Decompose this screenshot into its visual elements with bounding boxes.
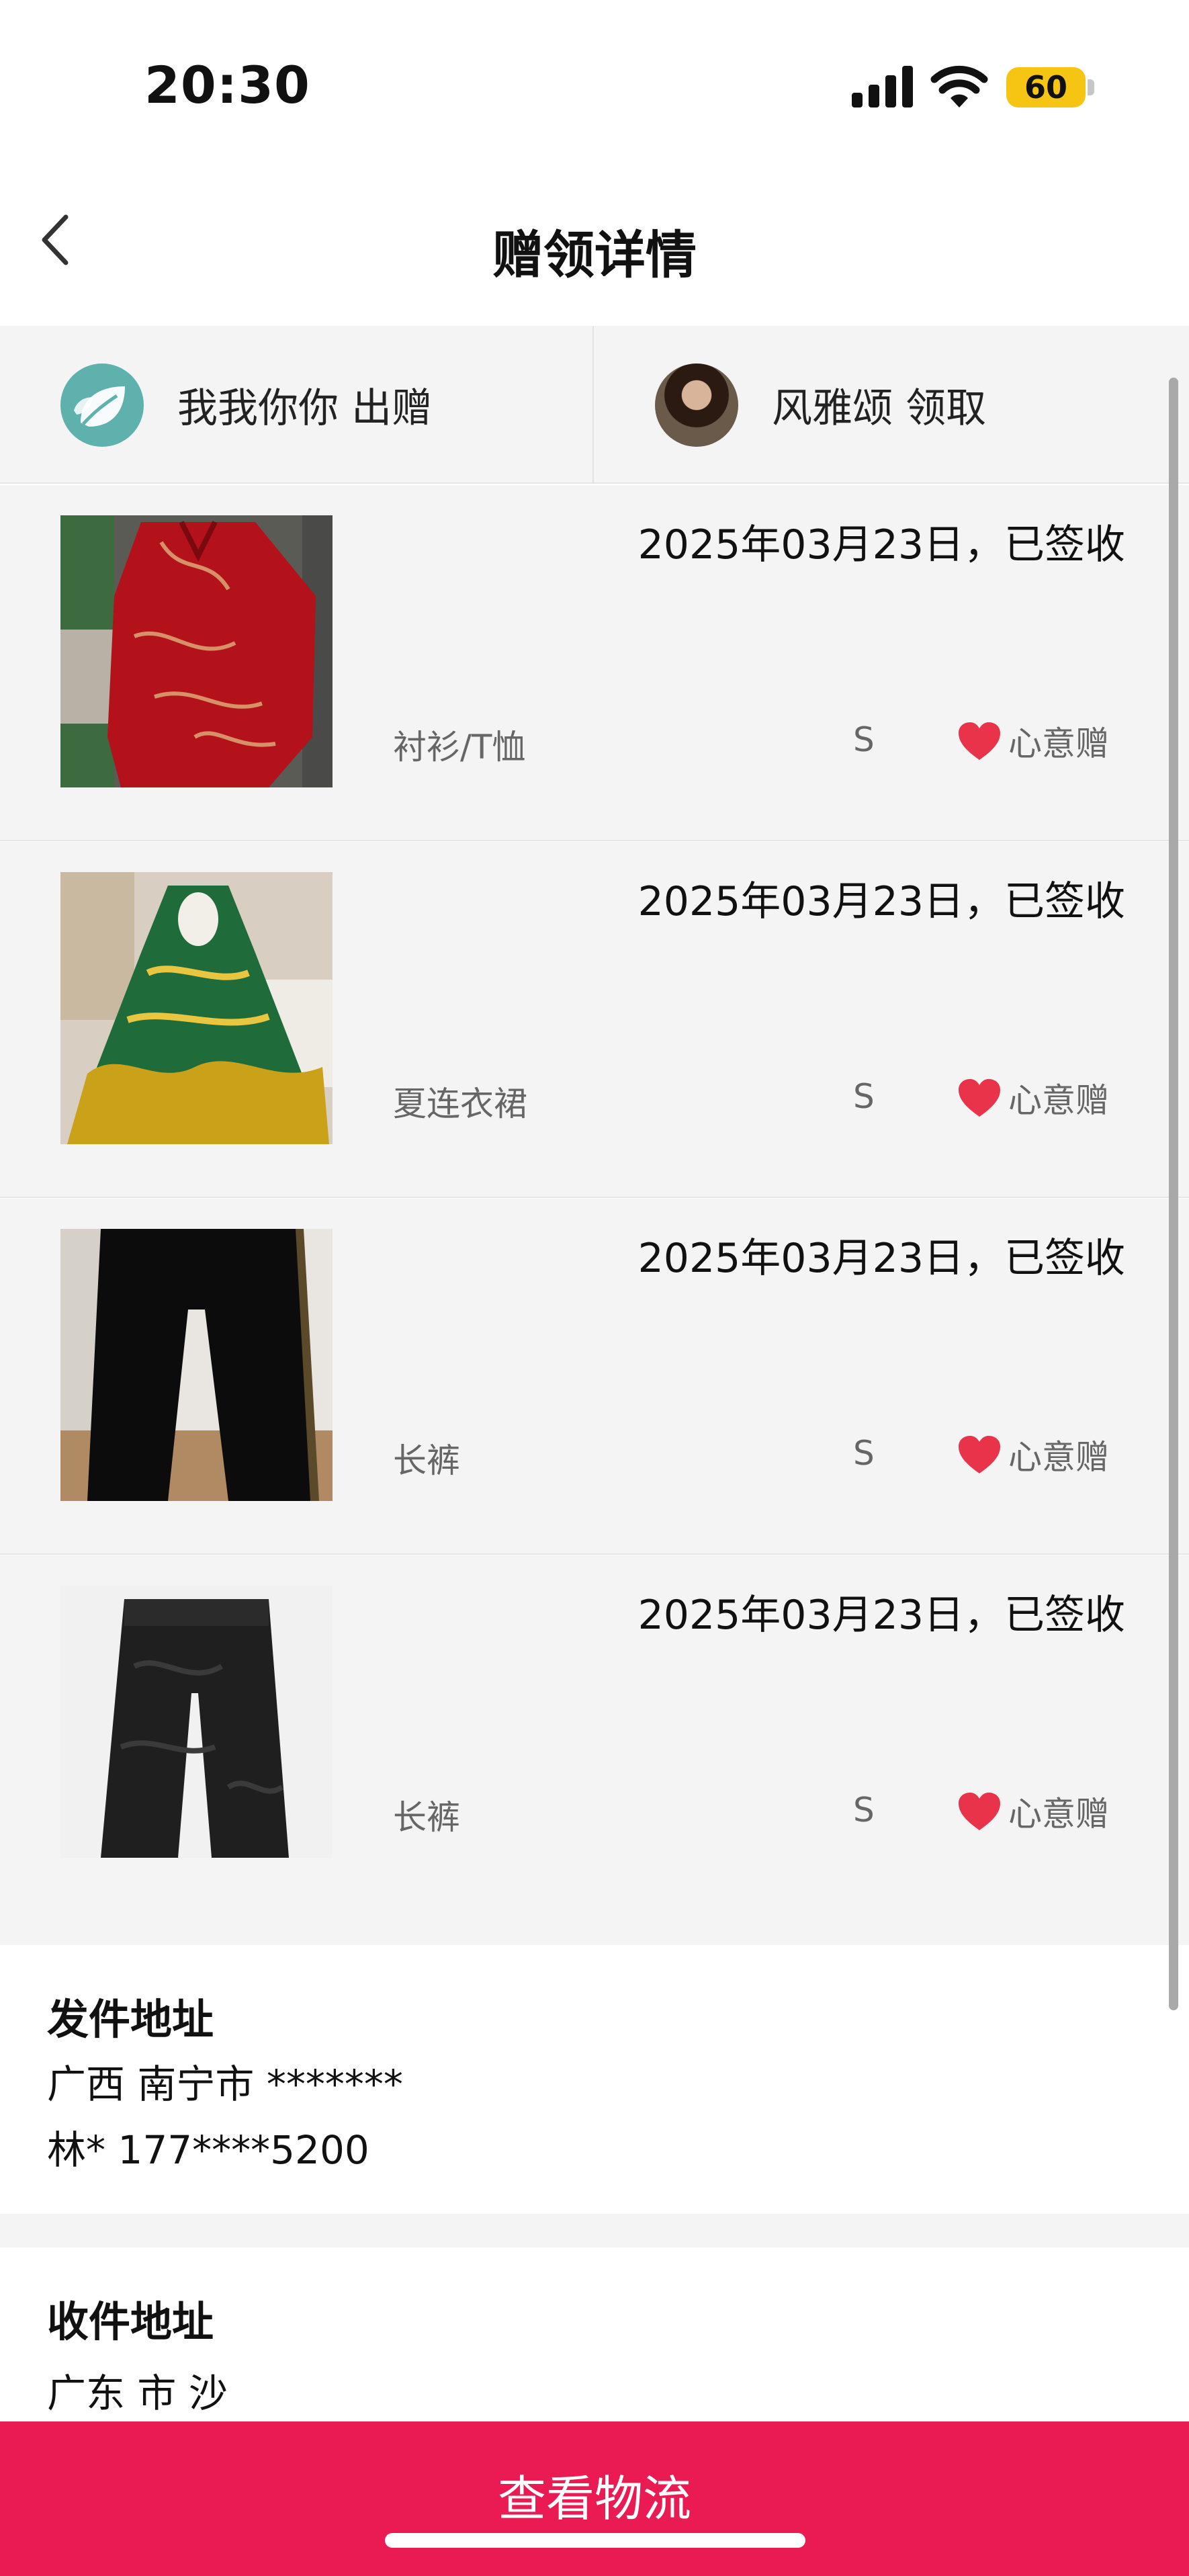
heart-icon	[959, 1436, 1000, 1473]
parties-divider	[592, 326, 594, 484]
item-row[interactable]: 2025年03月23日，已签收 衬衫/T恤 S 心意赠	[0, 485, 1189, 841]
scrollbar[interactable]	[1169, 378, 1178, 2010]
wifi-icon	[930, 65, 988, 108]
item-size: S	[853, 1434, 875, 1473]
sender-address-region: 广西 南宁市 *******	[47, 2061, 403, 2107]
item-thumbnail	[60, 1229, 333, 1501]
giver-name: 我我你你 出赠	[177, 385, 433, 432]
receiver-address-title: 收件地址	[47, 2297, 214, 2346]
item-row[interactable]: 2025年03月23日，已签收 长裤 S 心意赠	[0, 1199, 1189, 1555]
leaf-avatar-icon	[60, 363, 144, 447]
status-bar: 20:30 60	[0, 0, 1189, 161]
item-size: S	[853, 1791, 875, 1830]
item-date-status: 2025年03月23日，已签收	[637, 1592, 1125, 1639]
item-date-status: 2025年03月23日，已签收	[637, 521, 1125, 568]
item-category: 夏连衣裙	[393, 1084, 527, 1123]
receiver-address-region: 广东 市 沙	[47, 2370, 228, 2416]
gift-tag-label: 心意赠	[1008, 1795, 1109, 1834]
receiver-address-section: 收件地址 广东 市 沙	[0, 2247, 1189, 2422]
home-indicator[interactable]	[385, 2533, 805, 2548]
view-logistics-button[interactable]: 查看物流	[0, 2421, 1189, 2576]
heart-icon	[959, 722, 1000, 760]
item-thumbnail	[60, 515, 333, 787]
giver-info[interactable]: 我我你你 出赠	[60, 326, 432, 484]
sender-address-section: 发件地址 广西 南宁市 ******* 林* 177****5200	[0, 1945, 1189, 2214]
gift-tag-label: 心意赠	[1008, 724, 1109, 763]
sender-contact: 林* 177****5200	[47, 2127, 369, 2173]
battery-level: 60	[1024, 69, 1067, 105]
nav-bar: 赠领详情	[0, 161, 1189, 326]
section-separator	[0, 2214, 1189, 2247]
item-row[interactable]: 2025年03月23日，已签收 夏连衣裙 S 心意赠	[0, 842, 1189, 1198]
receiver-avatar	[655, 363, 738, 447]
heart-icon	[959, 1079, 1000, 1117]
gift-tag-label: 心意赠	[1008, 1438, 1109, 1477]
item-date-status: 2025年03月23日，已签收	[637, 878, 1125, 925]
battery-cap	[1088, 79, 1094, 95]
gift-tag: 心意赠	[957, 1430, 1109, 1479]
item-row[interactable]: 2025年03月23日，已签收 长裤 S 心意赠	[0, 1555, 1189, 1945]
item-size: S	[853, 1077, 875, 1116]
page-title: 赠领详情	[492, 225, 697, 285]
item-date-status: 2025年03月23日，已签收	[637, 1235, 1125, 1282]
gift-tag-label: 心意赠	[1008, 1081, 1109, 1120]
item-category: 衬衫/T恤	[393, 728, 526, 767]
gift-tag: 心意赠	[957, 1787, 1109, 1836]
receiver-info[interactable]: 风雅颂 领取	[655, 326, 986, 484]
item-thumbnail	[60, 1586, 333, 1858]
heart-icon	[959, 1793, 1000, 1830]
item-category: 长裤	[393, 1798, 460, 1837]
item-category: 长裤	[393, 1441, 460, 1480]
parties-bar: 我我你你 出赠 风雅颂 领取	[0, 326, 1189, 484]
sender-address-title: 发件地址	[47, 1995, 214, 2044]
gift-tag: 心意赠	[957, 717, 1109, 765]
battery-icon: 60	[1006, 67, 1086, 108]
status-time: 20:30	[144, 55, 310, 115]
item-thumbnail	[60, 872, 333, 1144]
gift-tag: 心意赠	[957, 1074, 1109, 1122]
item-size: S	[853, 720, 875, 759]
cellular-signal-icon	[852, 66, 914, 108]
receiver-name: 风雅颂 领取	[772, 385, 987, 432]
